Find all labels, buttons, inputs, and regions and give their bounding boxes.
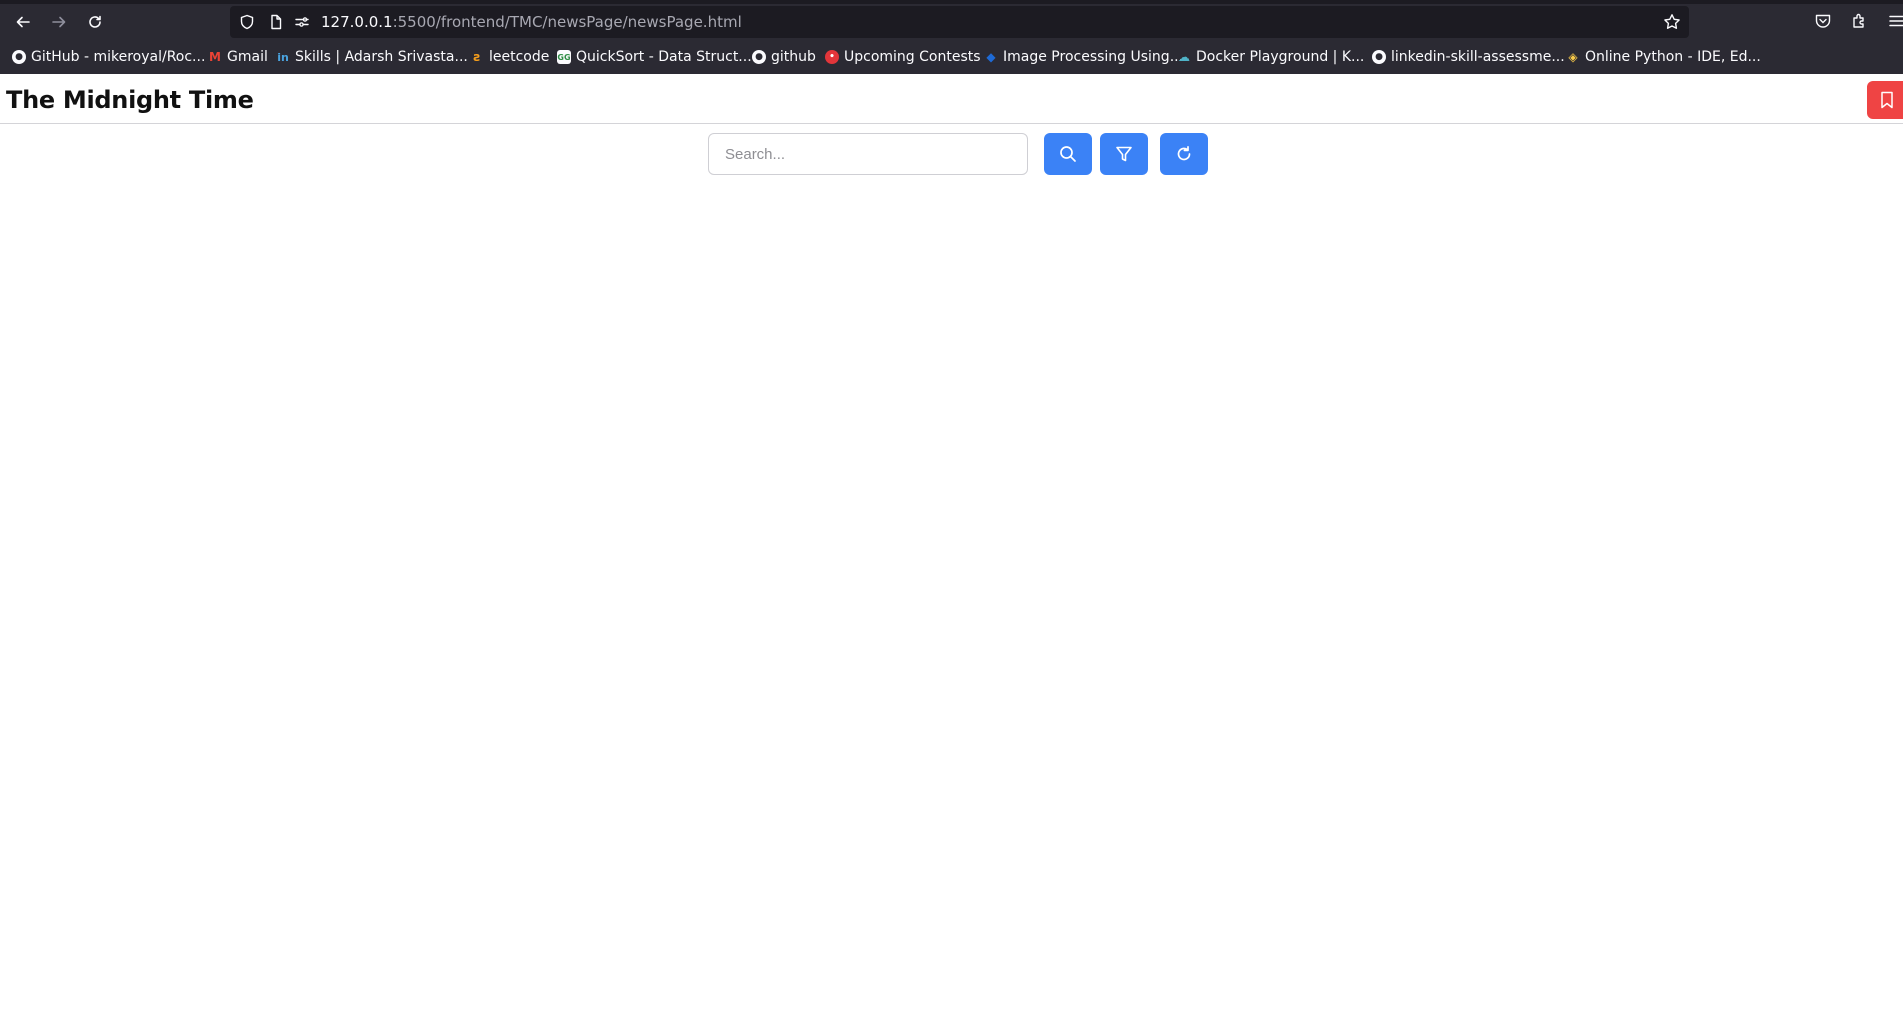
url-host: 127.0.0.1	[321, 13, 393, 31]
back-button[interactable]	[9, 8, 37, 36]
filter-button[interactable]	[1100, 133, 1148, 175]
geeksforgeeks-icon: GG	[557, 50, 571, 64]
refresh-button[interactable]	[1160, 133, 1208, 175]
bookmark-item[interactable]: ● github	[752, 48, 816, 66]
bookmark-label: QuickSort - Data Struct...	[576, 49, 752, 65]
cloud-icon: ☁	[1178, 50, 1190, 64]
python-icon: ◈	[1568, 50, 1578, 64]
search-button[interactable]	[1044, 133, 1092, 175]
page-icon[interactable]	[268, 14, 284, 30]
drop-icon: ◆	[986, 50, 996, 64]
search-icon	[1060, 146, 1076, 162]
bookmark-icon	[1881, 91, 1893, 109]
bookmark-item[interactable]: ◆ Image Processing Using...	[984, 48, 1183, 66]
pocket-icon[interactable]	[1814, 12, 1832, 30]
bookmark-item[interactable]: ƨ leetcode	[470, 48, 549, 66]
bookmark-label: GitHub - mikeroyal/Roc...	[31, 49, 206, 65]
bookmark-label: linkedin-skill-assessme...	[1391, 49, 1565, 65]
forward-button[interactable]	[45, 8, 73, 36]
site-title: The Midnight Time	[6, 86, 254, 114]
bookmark-item[interactable]: ◈ Online Python - IDE, Ed...	[1566, 48, 1761, 66]
bookmark-label: Docker Playground | K...	[1196, 49, 1365, 65]
codechef-icon: •	[825, 50, 839, 64]
shield-icon[interactable]	[239, 14, 255, 30]
github-icon: ●	[752, 50, 766, 64]
url-text[interactable]: 127.0.0.1:5500/frontend/TMC/newsPage/new…	[321, 13, 742, 31]
bookmark-button[interactable]	[1867, 81, 1903, 119]
browser-toolbar: 127.0.0.1:5500/frontend/TMC/newsPage/new…	[0, 4, 1903, 40]
bookmark-star-icon[interactable]	[1663, 13, 1681, 31]
bookmark-item[interactable]: • Upcoming Contests	[825, 48, 981, 66]
reload-icon	[89, 15, 101, 28]
leetcode-icon: ƨ	[473, 50, 481, 64]
browser-chrome: 127.0.0.1:5500/frontend/TMC/newsPage/new…	[0, 0, 1903, 74]
page-header: The Midnight Time	[0, 74, 1903, 124]
extensions-icon[interactable]	[1851, 12, 1869, 30]
menu-icon[interactable]	[1888, 12, 1903, 30]
github-icon: ●	[1372, 50, 1386, 64]
reload-button[interactable]	[81, 8, 109, 36]
bookmark-label: Upcoming Contests	[844, 49, 981, 65]
refresh-icon	[1177, 145, 1191, 161]
bookmark-item[interactable]: ● linkedin-skill-assessme...	[1372, 48, 1565, 66]
bookmark-label: Gmail	[227, 49, 268, 65]
bookmark-item[interactable]: in Skills | Adarsh Srivasta...	[276, 48, 468, 66]
arrow-left-icon	[16, 16, 30, 28]
bookmark-label: leetcode	[489, 49, 550, 65]
bookmark-label: github	[771, 49, 816, 65]
url-path: :5500/frontend/TMC/newsPage/newsPage.htm…	[392, 13, 742, 31]
url-bar[interactable]: 127.0.0.1:5500/frontend/TMC/newsPage/new…	[230, 6, 1689, 38]
github-icon: ●	[12, 50, 26, 64]
bookmark-item[interactable]: GG QuickSort - Data Struct...	[557, 48, 752, 66]
bookmarks-toolbar: ● GitHub - mikeroyal/Roc... M Gmail in S…	[0, 44, 1903, 70]
bookmark-label: Skills | Adarsh Srivasta...	[295, 49, 468, 65]
bookmark-item[interactable]: ● GitHub - mikeroyal/Roc...	[12, 48, 205, 66]
arrow-right-icon	[52, 16, 66, 28]
search-input[interactable]	[708, 133, 1028, 175]
filter-icon	[1116, 146, 1132, 162]
bookmark-label: Online Python - IDE, Ed...	[1585, 49, 1761, 65]
linkedin-icon: in	[277, 50, 289, 64]
bookmark-item[interactable]: ☁ Docker Playground | K...	[1177, 48, 1364, 66]
permissions-icon[interactable]	[294, 14, 310, 30]
bookmark-label: Image Processing Using...	[1003, 49, 1184, 65]
gmail-icon: M	[209, 50, 221, 64]
bookmark-item[interactable]: M Gmail	[208, 48, 268, 66]
